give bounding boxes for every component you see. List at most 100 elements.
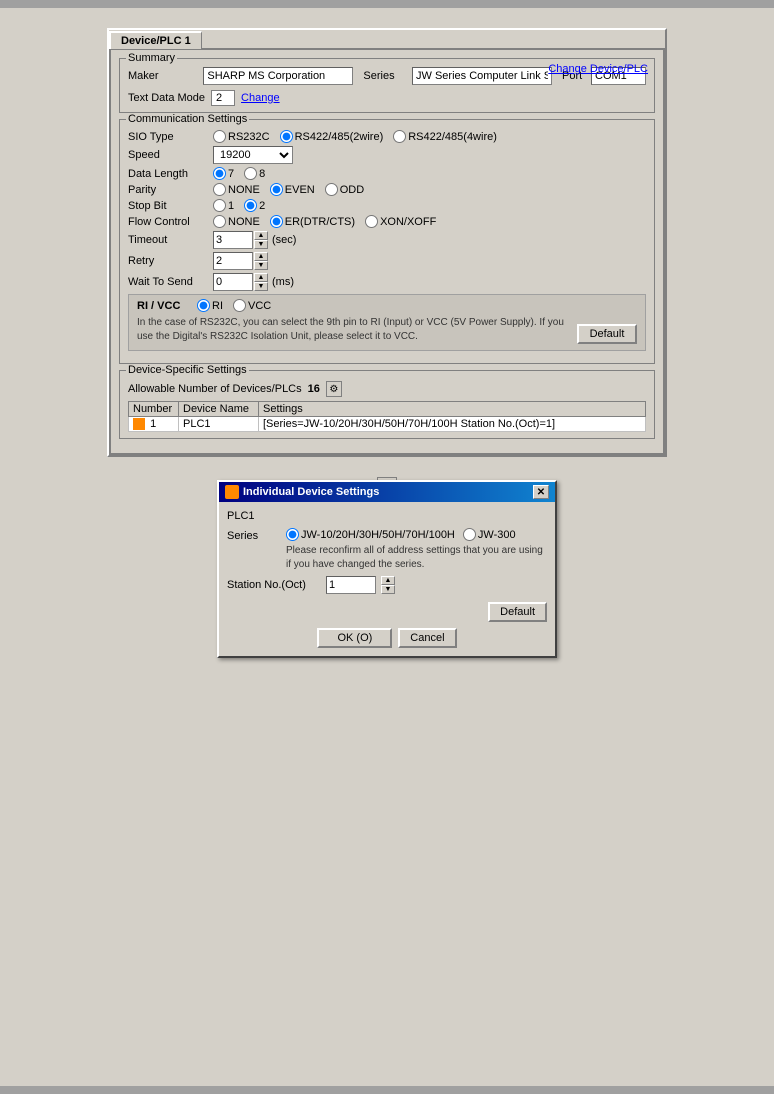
parity-label: Parity (128, 184, 213, 196)
dialog-default-row: Default (227, 602, 547, 622)
ri-vcc-section: RI / VCC RI VCC In the case of RS232C, y… (128, 294, 646, 351)
fc-er-radio[interactable] (270, 215, 283, 228)
fc-none-option[interactable]: NONE (213, 215, 260, 228)
communication-section: Communication Settings SIO Type RS232C R… (119, 119, 655, 364)
series2-radio[interactable] (463, 528, 476, 541)
sio-type-label: SIO Type (128, 131, 213, 143)
parity-odd-option[interactable]: ODD (325, 183, 364, 196)
fc-er-option[interactable]: ER(DTR/CTS) (270, 215, 355, 228)
ri-vcc-description: In the case of RS232C, you can select th… (137, 316, 577, 344)
dialog-body: PLC1 Series JW-10/20H/30H/50H/70H/100H (219, 502, 555, 656)
rs422-2wire-radio[interactable] (280, 130, 293, 143)
station-up-button[interactable]: ▲ (381, 576, 395, 585)
retry-row: Retry ▲ ▼ (128, 252, 646, 270)
series1-radio[interactable] (286, 528, 299, 541)
data-length-label: Data Length (128, 168, 213, 180)
series1-option[interactable]: JW-10/20H/30H/50H/70H/100H (286, 528, 455, 541)
parity-none-radio[interactable] (213, 183, 226, 196)
rs422-4wire-radio[interactable] (393, 130, 406, 143)
text-mode-change-link[interactable]: Change (241, 92, 280, 104)
ri-vcc-label: RI / VCC (137, 300, 187, 312)
maker-label: Maker (128, 70, 199, 82)
dialog-series-row: Series JW-10/20H/30H/50H/70H/100H JW-300 (227, 528, 547, 572)
dialog-series-radio-row: JW-10/20H/30H/50H/70H/100H JW-300 (286, 528, 547, 541)
text-mode-row: Text Data Mode 2 Change (128, 90, 646, 106)
fc-xon-option[interactable]: XON/XOFF (365, 215, 436, 228)
timeout-up-button[interactable]: ▲ (254, 231, 268, 240)
wait-to-send-input[interactable] (213, 273, 253, 291)
top-bar (0, 0, 774, 8)
vcc-radio[interactable] (233, 299, 246, 312)
sb1-option[interactable]: 1 (213, 199, 234, 212)
fc-none-radio[interactable] (213, 215, 226, 228)
dialog-close-button[interactable]: ✕ (533, 485, 549, 499)
dialog-station-input[interactable] (326, 576, 376, 594)
dialog-series-note: Please reconfirm all of address settings… (286, 544, 547, 572)
ri-vcc-content: In the case of RS232C, you can select th… (137, 316, 637, 344)
sb2-radio[interactable] (244, 199, 257, 212)
ri-vcc-default-button[interactable]: Default (577, 324, 637, 344)
dl7-option[interactable]: 7 (213, 167, 234, 180)
retry-down-button[interactable]: ▼ (254, 261, 268, 270)
dialog-plc-name: PLC1 (227, 510, 547, 522)
stop-bit-label: Stop Bit (128, 200, 213, 212)
sio-type-row: SIO Type RS232C RS422/485(2wire) RS42 (128, 130, 646, 143)
dialog-series-content: JW-10/20H/30H/50H/70H/100H JW-300 Please… (286, 528, 547, 572)
retry-up-button[interactable]: ▲ (254, 252, 268, 261)
parity-none-option[interactable]: NONE (213, 183, 260, 196)
rs232c-radio[interactable] (213, 130, 226, 143)
sb2-option[interactable]: 2 (244, 199, 265, 212)
ri-radio[interactable] (197, 299, 210, 312)
flow-control-group: NONE ER(DTR/CTS) XON/XOFF (213, 215, 436, 228)
summary-section: Summary Change Device/PLC Maker Series P… (119, 58, 655, 113)
vcc-option[interactable]: VCC (233, 299, 271, 312)
wait-down-button[interactable]: ▼ (254, 282, 268, 291)
timeout-down-button[interactable]: ▼ (254, 240, 268, 249)
rs422-2wire-option[interactable]: RS422/485(2wire) (280, 130, 384, 143)
retry-spinner: ▲ ▼ (213, 252, 268, 270)
maker-field[interactable] (203, 67, 353, 85)
sb1-radio[interactable] (213, 199, 226, 212)
text-mode-value: 2 (211, 90, 235, 106)
device-table: Number Device Name Settings 1 PLC1 (128, 401, 646, 432)
bottom-bar (0, 1086, 774, 1094)
dl7-radio[interactable] (213, 167, 226, 180)
series-field[interactable] (412, 67, 552, 85)
row-number: 1 (129, 417, 179, 432)
rs422-4wire-option[interactable]: RS422/485(4wire) (393, 130, 497, 143)
wait-up-button[interactable]: ▲ (254, 273, 268, 282)
station-down-button[interactable]: ▼ (381, 585, 395, 594)
ri-vcc-row: RI / VCC RI VCC (137, 299, 637, 312)
speed-label: Speed (128, 149, 213, 161)
dialog-default-button[interactable]: Default (488, 602, 547, 622)
parity-even-option[interactable]: EVEN (270, 183, 315, 196)
flow-control-label: Flow Control (128, 216, 213, 228)
series2-option[interactable]: JW-300 (463, 528, 516, 541)
dialog-title-text: Individual Device Settings (243, 486, 379, 498)
dialog-titlebar: Individual Device Settings ✕ (219, 482, 555, 502)
speed-select[interactable]: 19200 (213, 146, 293, 164)
change-device-link[interactable]: Change Device/PLC (548, 63, 648, 75)
fc-xon-radio[interactable] (365, 215, 378, 228)
retry-spinner-buttons: ▲ ▼ (254, 252, 268, 270)
rs232c-option[interactable]: RS232C (213, 130, 270, 143)
tab-device-plc1[interactable]: Device/PLC 1 (109, 31, 202, 49)
allowable-row: Allowable Number of Devices/PLCs 16 ⚙ (128, 381, 646, 397)
parity-even-radio[interactable] (270, 183, 283, 196)
ri-option[interactable]: RI (197, 299, 223, 312)
tab-bar: Device/PLC 1 (109, 30, 665, 48)
dialog-ok-button[interactable]: OK (O) (317, 628, 392, 648)
speed-row: Speed 19200 (128, 146, 646, 164)
retry-input[interactable] (213, 252, 253, 270)
timeout-input[interactable] (213, 231, 253, 249)
dialog-cancel-button[interactable]: Cancel (398, 628, 456, 648)
flow-control-row: Flow Control NONE ER(DTR/CTS) XON/XOF (128, 215, 646, 228)
series-label: Series (363, 70, 408, 82)
device-settings-icon-button[interactable]: ⚙ (326, 381, 342, 397)
dl8-radio[interactable] (244, 167, 257, 180)
allowable-count: 16 (308, 383, 320, 395)
dl8-option[interactable]: 8 (244, 167, 265, 180)
table-row: 1 PLC1 [Series=JW-10/20H/30H/50H/70H/100… (129, 417, 646, 432)
allowable-label: Allowable Number of Devices/PLCs (128, 383, 302, 395)
parity-odd-radio[interactable] (325, 183, 338, 196)
